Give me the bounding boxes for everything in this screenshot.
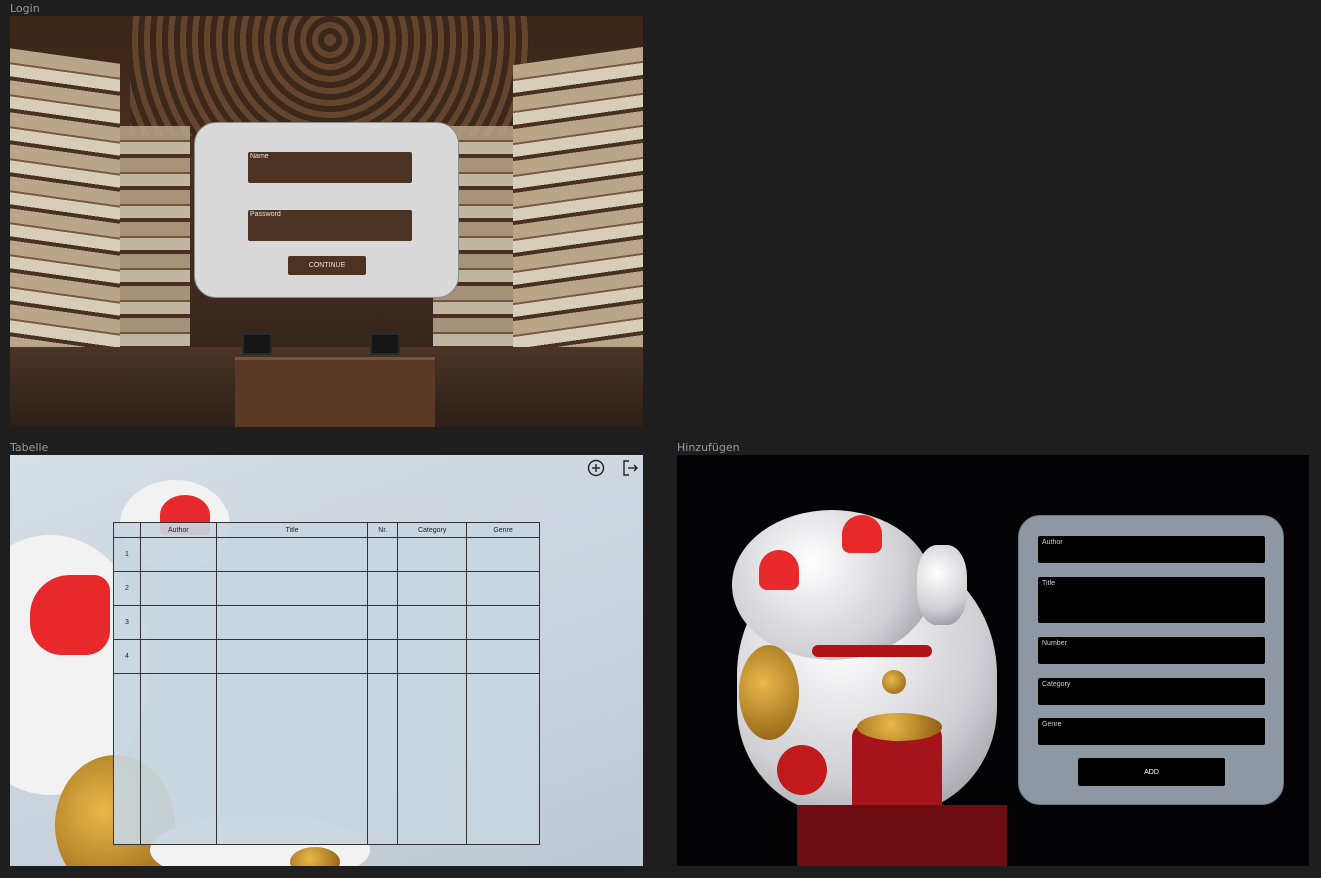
cat-paw-pad — [777, 745, 827, 795]
category-input[interactable]: Category — [1038, 678, 1265, 705]
add-book-card: Author Title Number Category Genre ADD — [1018, 515, 1284, 805]
genre-input[interactable]: Genre — [1038, 718, 1265, 745]
table-row[interactable]: 2 — [113, 571, 540, 606]
name-input[interactable]: Name — [248, 152, 412, 183]
frame-label-login: Login — [10, 2, 40, 15]
library-ceiling — [130, 16, 530, 136]
table-cell — [397, 605, 468, 640]
table-cell — [397, 639, 468, 674]
add-screen: Author Title Number Category Genre ADD — [677, 455, 1309, 866]
frame-label-hinzufuegen: Hinzufügen — [677, 441, 740, 454]
add-circle-icon[interactable] — [587, 459, 605, 477]
table-row-empty — [113, 673, 540, 845]
monitor-image — [370, 333, 400, 355]
cat-ear-inner — [842, 515, 882, 553]
table-cell — [466, 639, 540, 674]
title-label: Title — [1042, 580, 1055, 587]
table-cell — [466, 605, 540, 640]
cat-pedestal — [797, 805, 1007, 866]
row-number: 1 — [113, 537, 141, 572]
table-cell — [215, 673, 369, 845]
books-table: Author Title Nr. Category Genre 1 2 3 4 — [113, 522, 540, 845]
bookshelf-left-inner — [120, 126, 190, 356]
table-cell — [139, 639, 217, 674]
table-row[interactable]: 1 — [113, 537, 540, 572]
column-header-category[interactable]: Category — [397, 522, 468, 538]
table-cell — [139, 673, 217, 845]
table-cell — [367, 639, 399, 674]
cat-collar — [812, 645, 932, 657]
table-cell — [215, 605, 369, 640]
author-label: Author — [1042, 539, 1063, 546]
column-header-nr[interactable]: Nr. — [367, 522, 399, 538]
cat-ear-inner — [759, 550, 799, 590]
add-button[interactable]: ADD — [1078, 758, 1225, 786]
name-label: Name — [250, 153, 269, 160]
row-number: 3 — [113, 605, 141, 640]
table-cell — [466, 571, 540, 606]
table-cell — [367, 571, 399, 606]
table-cell — [367, 537, 399, 572]
row-number: 4 — [113, 639, 141, 674]
category-label: Category — [1042, 681, 1071, 688]
frame-label-tabelle: Tabelle — [10, 441, 49, 454]
logout-icon[interactable] — [621, 459, 639, 477]
gold-bell-image — [882, 670, 906, 694]
table-cell — [367, 673, 399, 845]
table-cell — [397, 571, 468, 606]
table-cell — [139, 571, 217, 606]
table-cell — [215, 537, 369, 572]
table-cell — [215, 639, 369, 674]
password-label: Password — [250, 211, 281, 218]
column-header-author[interactable]: Author — [139, 522, 217, 538]
continue-button[interactable]: CONTINUE — [288, 256, 366, 275]
table-header-row: Author Title Nr. Category Genre — [113, 522, 540, 538]
column-header — [113, 522, 141, 538]
library-desk — [235, 357, 435, 427]
title-input[interactable]: Title — [1038, 577, 1265, 623]
table-cell — [466, 537, 540, 572]
login-card: Name Password CONTINUE — [194, 122, 459, 298]
column-header-title[interactable]: Title — [215, 522, 369, 538]
table-row[interactable]: 3 — [113, 605, 540, 640]
number-label: Number — [1042, 640, 1067, 647]
column-header-genre[interactable]: Genre — [466, 522, 540, 538]
password-input[interactable]: Password — [248, 210, 412, 241]
table-cell — [466, 673, 540, 845]
author-input[interactable]: Author — [1038, 536, 1265, 563]
gold-coin-image — [739, 645, 799, 740]
genre-label: Genre — [1042, 721, 1062, 728]
table-row[interactable]: 4 — [113, 639, 540, 674]
cat-raised-paw — [917, 545, 967, 625]
gold-ingots-image — [857, 713, 942, 741]
table-cell — [367, 605, 399, 640]
monitor-image — [242, 333, 272, 355]
table-cell — [139, 605, 217, 640]
login-screen: Name Password CONTINUE — [10, 16, 643, 427]
table-cell — [397, 673, 468, 845]
table-cell — [139, 537, 217, 572]
table-cell — [113, 673, 141, 845]
number-input[interactable]: Number — [1038, 637, 1265, 664]
table-cell — [215, 571, 369, 606]
table-cell — [397, 537, 468, 572]
row-number: 2 — [113, 571, 141, 606]
table-screen: Author Title Nr. Category Genre 1 2 3 4 — [10, 455, 643, 866]
cat-ear-inner — [30, 575, 110, 655]
